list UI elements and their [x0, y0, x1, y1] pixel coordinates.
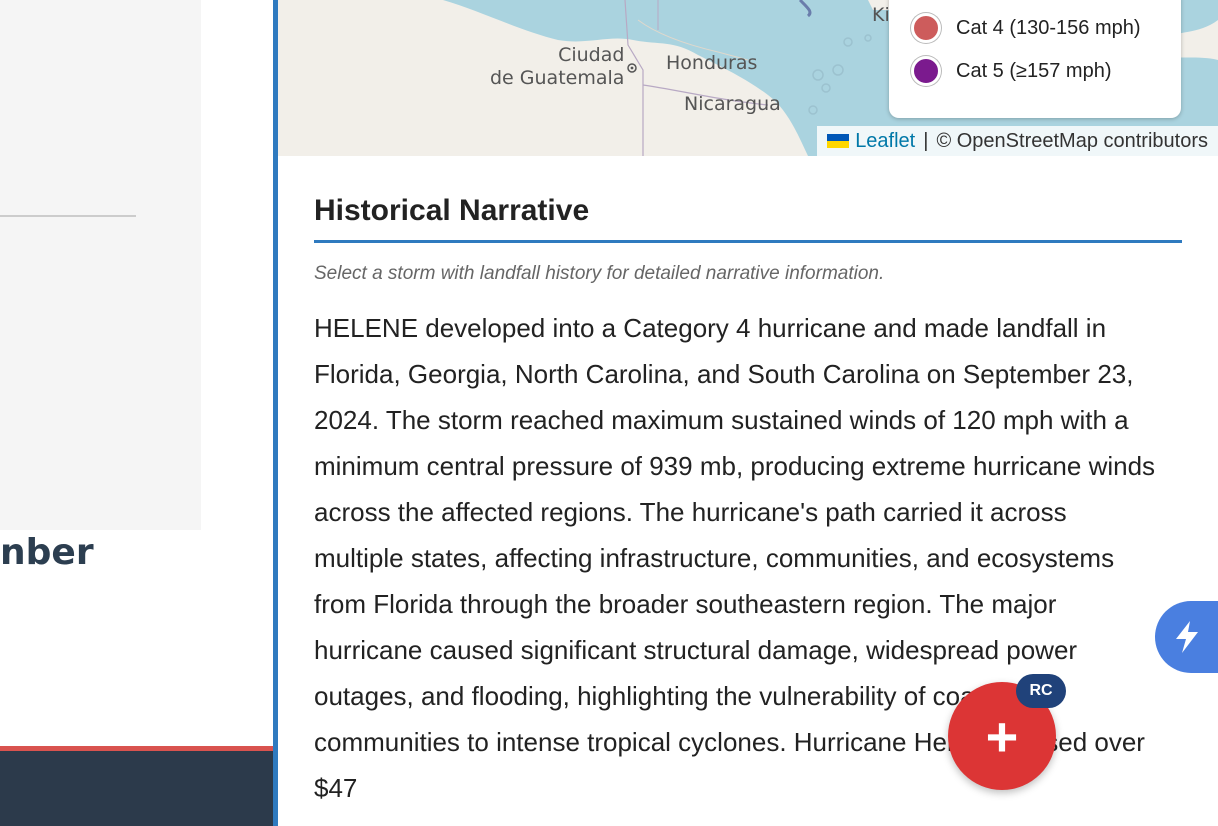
map-label-honduras: Honduras: [666, 52, 758, 74]
map-label-nicaragua: Nicaragua: [684, 93, 781, 115]
left-footer: [0, 751, 273, 826]
left-heading: nber: [0, 532, 94, 573]
leaflet-link[interactable]: Leaflet: [855, 126, 915, 156]
fab-badge: RC: [1016, 674, 1066, 708]
left-divider: [0, 215, 136, 217]
lightning-icon: [1175, 621, 1198, 653]
legend-label: Cat 5 (≥157 mph): [956, 59, 1112, 82]
storm-map[interactable]: Ciudad de Guatemala Honduras Nicaragua K…: [278, 0, 1218, 156]
legend-swatch: [911, 13, 941, 43]
ukraine-flag-icon: [827, 134, 850, 148]
title-rule: [314, 240, 1182, 243]
left-card: [0, 0, 201, 530]
legend-item-cat4: Cat 4 (130-156 mph): [911, 10, 1141, 46]
map-label-city: Ciudad de Guatemala: [490, 44, 625, 89]
attribution-separator: |: [923, 130, 929, 152]
section-title: Historical Narrative: [314, 194, 590, 227]
narrative-hint: Select a storm with landfall history for…: [314, 263, 885, 284]
legend-swatch: [911, 56, 941, 86]
plus-icon: +: [985, 704, 1019, 768]
map-attribution: Leaflet | © OpenStreetMap contributors: [817, 126, 1218, 156]
legend-item-cat5: Cat 5 (≥157 mph): [911, 53, 1112, 89]
osm-attribution: © OpenStreetMap contributors: [936, 130, 1208, 152]
legend-label: Cat 4 (130-156 mph): [956, 16, 1141, 39]
map-legend: Cat 4 (130-156 mph) Cat 5 (≥157 mph): [889, 0, 1181, 118]
quick-action-button[interactable]: [1155, 601, 1218, 673]
left-panel: nber: [0, 0, 273, 826]
